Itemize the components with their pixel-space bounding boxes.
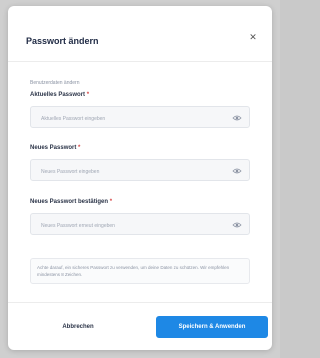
eye-icon[interactable] — [232, 220, 242, 230]
required-asterisk: * — [109, 199, 113, 205]
current-password-label-text: Aktuelles Passwort — [30, 92, 86, 98]
required-asterisk: * — [78, 145, 81, 151]
required-asterisk: * — [86, 92, 90, 98]
eye-icon[interactable] — [232, 113, 242, 123]
eye-icon[interactable] — [232, 166, 242, 176]
dialog-header: Passwort ändern ✕ — [8, 6, 272, 62]
change-password-dialog: Passwort ändern ✕ Benutzerdaten ändern A… — [8, 6, 272, 350]
current-password-input[interactable] — [31, 109, 249, 129]
confirm-password-label-text: Neues Passwort bestätigen — [30, 199, 109, 205]
current-password-label: Aktuelles Passwort * — [30, 92, 89, 98]
close-icon[interactable]: ✕ — [244, 28, 262, 46]
confirm-password-field — [30, 213, 250, 236]
new-password-field — [30, 159, 250, 182]
section-hint: Benutzerdaten ändern — [30, 80, 80, 86]
new-password-label: Neues Passwort * — [30, 145, 80, 151]
password-hint-note: Achte darauf, ein sicheres Passwort zu v… — [30, 258, 250, 284]
dialog-title: Passwort ändern — [26, 36, 99, 46]
new-password-label-text: Neues Passwort — [30, 145, 77, 151]
confirm-password-label: Neues Passwort bestätigen * — [30, 199, 112, 205]
save-and-apply-button[interactable]: Speichern & Anwenden — [156, 316, 268, 338]
confirm-password-input[interactable] — [31, 216, 249, 236]
current-password-field — [30, 106, 250, 129]
footer-divider — [8, 302, 272, 303]
new-password-input[interactable] — [31, 162, 249, 182]
cancel-button[interactable]: Abbrechen — [30, 316, 126, 338]
